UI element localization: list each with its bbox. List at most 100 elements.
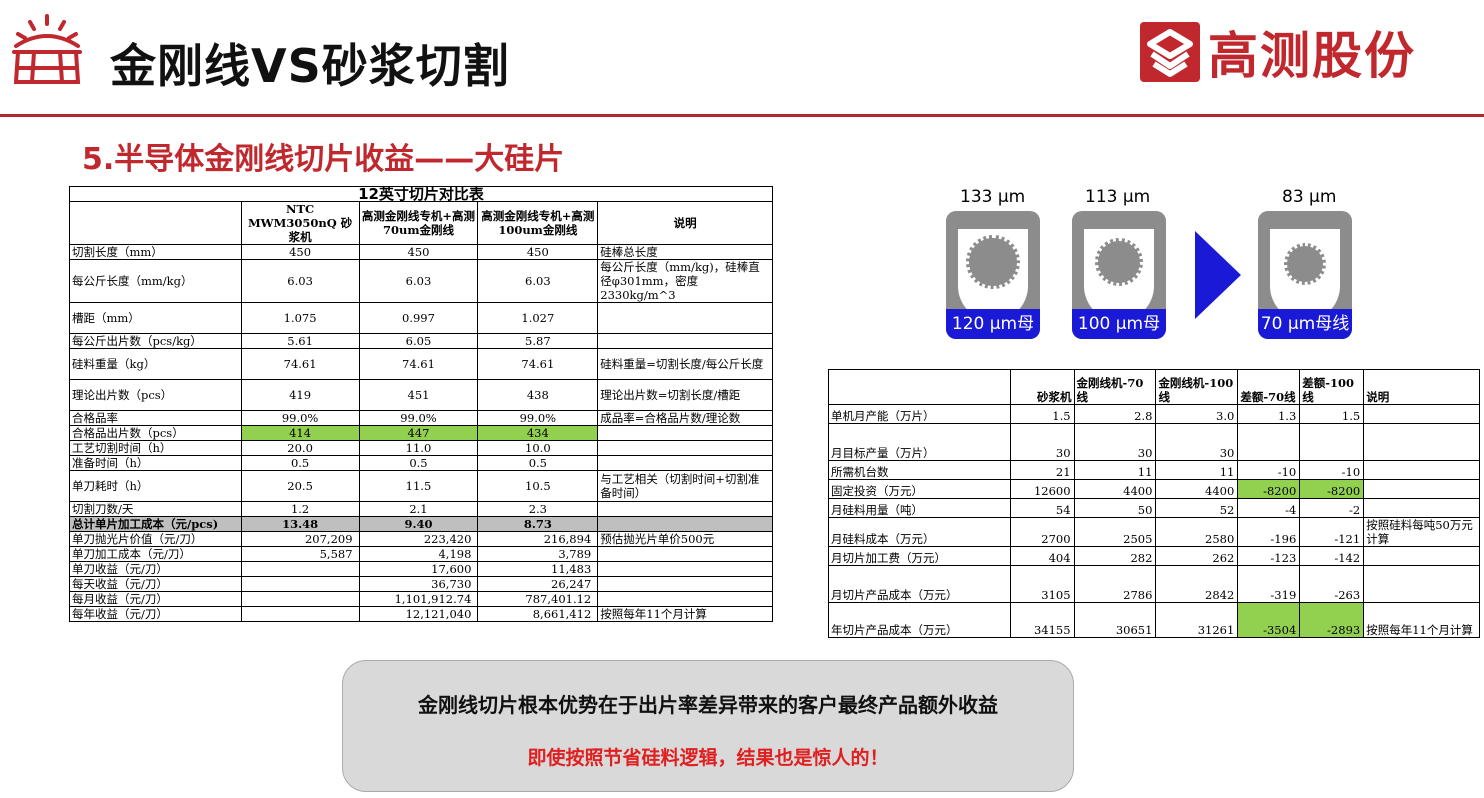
table-cell: 282	[1073, 546, 1157, 566]
table-cell: 31261	[1155, 602, 1239, 638]
table-row: 每月收益（元/刀） 1,101,912.74 787,401.12	[69, 591, 773, 607]
table-cell: 2842	[1155, 565, 1239, 603]
table-cell: 30651	[1073, 602, 1157, 638]
table-cell: 30	[1073, 423, 1157, 461]
table-cell	[240, 561, 360, 577]
table-cell: 3105	[1009, 565, 1075, 603]
row-label: 月切片加工费（万元）	[828, 546, 1011, 566]
table-row: 单刀加工成本（元/刀） 5,587 4,198 3,789	[69, 546, 773, 562]
wire-diameter-diagram: 133 µm 113 µm 83 µm 120 µm母线 100 µm母线 70…	[940, 183, 1374, 353]
table-cell: 6.05	[358, 333, 479, 349]
table-cell: 52	[1155, 498, 1239, 518]
wire-tube-70: 70 µm母线	[1258, 211, 1352, 339]
table-cell: 11,483	[477, 561, 599, 577]
table-cell: 450	[358, 244, 479, 260]
row-label: 工艺切割时间（h）	[69, 440, 242, 456]
table-cell: 0.997	[358, 302, 479, 334]
row-note: 理论出片数=切割长度/槽距	[597, 379, 773, 411]
row-note	[597, 425, 773, 441]
table-cell: 438	[477, 379, 599, 411]
table-cell: 21	[1009, 460, 1075, 480]
column-header	[69, 201, 242, 245]
row-note	[597, 591, 773, 607]
table-cell: 13.48	[240, 516, 360, 532]
row-note	[597, 546, 773, 562]
row-note	[1363, 423, 1480, 461]
row-label: 月硅料成本（万元）	[828, 517, 1011, 547]
table-cell: 5.87	[477, 333, 599, 349]
table-cell: 1.5	[1299, 404, 1365, 424]
conclusion-box: 金刚线切片根本优势在于出片率差异带来的客户最终产品额外收益 即使按照节省硅料逻辑…	[342, 660, 1074, 792]
table-cell: 1.027	[477, 302, 599, 334]
table-cell: -2893	[1299, 602, 1365, 638]
row-label: 单刀抛光片价值（元/刀）	[69, 531, 242, 547]
wire-label: 100 µm母线	[1072, 309, 1166, 339]
row-note: 按照每年11个月计算	[597, 606, 773, 622]
table-row: 硅料重量（kg） 74.61 74.61 74.61 硅料重量=切割长度/每公斤长度	[69, 348, 773, 380]
table-cell: 8.73	[477, 516, 599, 532]
table-cell: 54	[1009, 498, 1075, 518]
table-cell: 1.3	[1237, 404, 1301, 424]
table-cell: -263	[1299, 565, 1365, 603]
row-label: 切割刀数/天	[69, 501, 242, 517]
table-row: 工艺切割时间（h） 20.0 11.0 10.0	[69, 440, 773, 456]
column-header	[828, 369, 1011, 405]
row-note	[597, 455, 773, 471]
table-cell: 11.5	[358, 470, 479, 502]
table-cell: 787,401.12	[477, 591, 599, 607]
table-row: 月硅料成本（万元） 2700 2505 2580 -196 -121 按照硅料每吨50万元计…	[828, 517, 1480, 547]
conclusion-text: 金刚线切片根本优势在于出片率差异带来的客户最终产品额外收益	[418, 693, 998, 717]
row-label: 每月收益（元/刀）	[69, 591, 242, 607]
dim-label: 83 µm	[1282, 187, 1337, 207]
table-row: 月硅料用量（吨） 54 50 52 -4 -2	[828, 498, 1480, 518]
table-cell: 36,730	[358, 576, 479, 592]
wire-label: 70 µm母线	[1258, 309, 1352, 339]
column-header: 差额-70线	[1237, 369, 1301, 405]
row-label: 切割长度（mm）	[69, 244, 242, 260]
table-row: 单刀抛光片价值（元/刀） 207,209 223,420 216,894 预估抛光片单价…	[69, 531, 773, 547]
row-label: 每公斤长度（mm/kg）	[69, 259, 242, 303]
row-note: 硅料重量=切割长度/每公斤长度	[597, 348, 773, 380]
row-label: 硅料重量（kg）	[69, 348, 242, 380]
row-note	[597, 576, 773, 592]
table-cell: 5.61	[240, 333, 360, 349]
table-cell: 26,247	[477, 576, 599, 592]
table-cell: 74.61	[240, 348, 360, 380]
column-header: 差额-100线	[1299, 369, 1365, 405]
table-cell: 11	[1073, 460, 1157, 480]
table-cell	[1237, 423, 1301, 461]
company-logo: 高测股份	[1140, 22, 1416, 85]
table-cell: 2580	[1155, 517, 1239, 547]
row-label: 每公斤出片数（pcs/kg）	[69, 333, 242, 349]
table-cell: 99.0%	[477, 410, 599, 426]
company-name: 高测股份	[1208, 27, 1416, 85]
row-label: 月硅料用量（吨）	[828, 498, 1011, 518]
table-cell: -10	[1237, 460, 1301, 480]
company-mark-icon	[1140, 22, 1200, 82]
table-cell: 17,600	[358, 561, 479, 577]
row-note: 按照每年11个月计算	[1363, 602, 1480, 638]
table-cell: 30	[1155, 423, 1239, 461]
table-row: 每公斤长度（mm/kg） 6.03 6.03 6.03 每公斤长度（mm/kg)，硅棒直…	[69, 259, 773, 303]
row-note	[1363, 565, 1480, 603]
table-cell: 1,101,912.74	[358, 591, 479, 607]
column-header: 说明	[1363, 369, 1480, 405]
table-title: 12英寸切片对比表	[69, 186, 773, 202]
table-cell: 434	[477, 425, 599, 441]
table-cell: -4	[1237, 498, 1301, 518]
row-label: 所需机台数	[828, 460, 1011, 480]
row-label: 理论出片数（pcs）	[69, 379, 242, 411]
table-cell: 450	[240, 244, 360, 260]
column-header: 金刚线机-100线	[1155, 369, 1239, 405]
table-cell: 10.0	[477, 440, 599, 456]
wire-core-icon	[1284, 243, 1326, 285]
table-row: 总计单片加工成本（元/pcs) 13.48 9.40 8.73	[69, 516, 773, 532]
row-label: 月切片产品成本（万元）	[828, 565, 1011, 603]
table-cell: 6.03	[240, 259, 360, 303]
table-cell	[1299, 423, 1365, 461]
table-cell: 1.2	[240, 501, 360, 517]
table-cell: 6.03	[477, 259, 599, 303]
table-cell: -123	[1237, 546, 1301, 566]
table-cell: 34155	[1009, 602, 1075, 638]
row-label: 合格品出片数（pcs）	[69, 425, 242, 441]
